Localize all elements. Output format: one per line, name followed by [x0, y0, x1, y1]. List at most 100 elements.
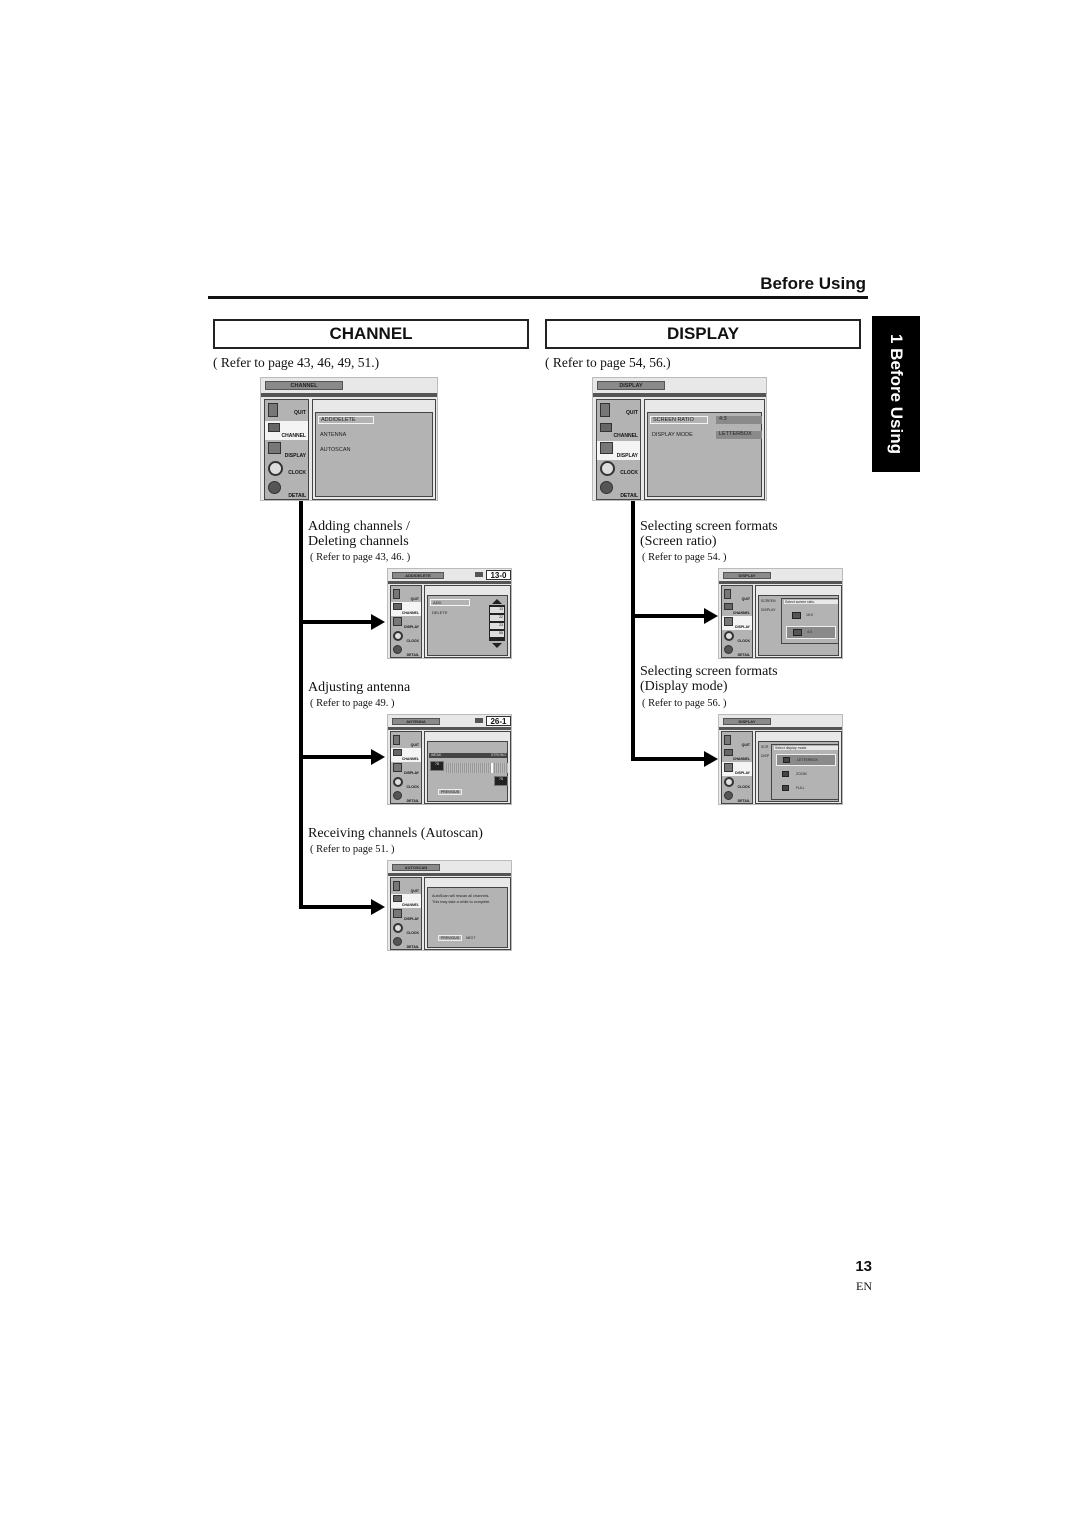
sidebar-quit: QUIT — [391, 880, 421, 894]
next-button: NEXT — [466, 936, 476, 940]
menu-list-area: SCR DISP Select display mode. LETTERBOX … — [758, 741, 839, 802]
menu-main-panel: SCREEN DISPLAY Select screen ratio. 16:9… — [755, 585, 842, 658]
screen-ratio-screenshot: DISPLAY QUIT CHANNEL DISPLAY CLOCK DETAI… — [718, 568, 843, 659]
strong-label: STRONG — [491, 753, 506, 757]
clock-icon — [393, 631, 403, 641]
tv-icon — [600, 442, 613, 454]
tv-icon — [792, 612, 801, 619]
subsection-refer: ( Refer to page 43, 46. ) — [310, 552, 411, 563]
bg-label-display: DISPLAY — [761, 608, 776, 612]
sidebar-quit: QUIT — [722, 734, 752, 748]
channel-icon — [724, 749, 733, 756]
menu-tab: DISPLAY — [723, 718, 771, 725]
screen-ratio-popup: Select screen ratio. 16:9 4:3 — [781, 598, 839, 644]
channel-flow-branch-3 — [299, 905, 371, 909]
channel-flow-branch-1 — [299, 620, 371, 624]
autoscan-screenshot: AUTOSCAN QUIT CHANNEL DISPLAY CLOCK DETA… — [387, 860, 512, 951]
signal-max-marker — [491, 763, 493, 773]
menu-item-add-delete: ADD/DELETE — [318, 416, 374, 424]
menu-tab: ADD/DELETE — [392, 572, 444, 579]
channel-list-item: 22 — [490, 615, 504, 621]
channel-refer-text: ( Refer to page 43, 46, 49, 51.) — [213, 355, 380, 370]
menu-main-panel: AutoScan will rescan all channels. This … — [424, 877, 511, 950]
subsection-title: Selecting screen formats — [640, 519, 778, 534]
sidebar-channel: CHANNEL — [722, 602, 752, 616]
bg-label-display: DISP — [761, 754, 770, 758]
sidebar-channel: CHANNEL — [722, 748, 752, 762]
arrow-right-icon — [704, 608, 718, 624]
menu-tab: CHANNEL — [265, 381, 343, 390]
menu-sidebar: QUIT CHANNEL DISPLAY CLOCK DETAIL — [721, 731, 753, 804]
door-icon — [393, 735, 400, 745]
sidebar-clock: CLOCK — [391, 922, 421, 936]
door-icon — [268, 403, 278, 417]
max-signal-value: 75 — [494, 776, 508, 786]
option-4-3: 4:3 — [807, 630, 812, 634]
menu-item-autoscan: AUTOSCAN — [320, 447, 351, 453]
menu-bar — [388, 581, 511, 584]
subsection-title: Adjusting antenna — [308, 680, 411, 695]
option-4-3-selected[interactable]: 4:3 — [786, 626, 836, 639]
sidebar-clock: CLOCK — [391, 776, 421, 790]
row-value-display-mode: LETTERBOX — [716, 431, 762, 439]
sidebar-detail: DETAIL — [265, 480, 308, 500]
row-label-display-mode: DISPLAY MODE — [652, 432, 693, 438]
menu-sidebar: QUIT CHANNEL DISPLAY CLOCK DETAIL — [596, 399, 641, 500]
subsection-refer: ( Refer to page 54. ) — [642, 552, 727, 563]
subsection-title: Adding channels / — [308, 519, 410, 534]
magnifier-icon — [724, 791, 733, 800]
sidebar-display: DISPLAY — [722, 616, 752, 630]
option-letterbox-selected[interactable]: LETTERBOX — [776, 754, 836, 766]
magnifier-icon — [600, 481, 613, 494]
signal-icon — [475, 572, 483, 577]
channel-menu-screenshot: CHANNEL QUIT CHANNEL DISPLAY CLOCK DETAI… — [260, 377, 438, 501]
channel-icon — [393, 603, 402, 610]
subsection-title: (Screen ratio) — [640, 534, 717, 549]
page-language: EN — [856, 1279, 872, 1293]
sidebar-channel: CHANNEL — [265, 421, 308, 440]
option-full: FULL — [796, 786, 805, 790]
clock-icon — [600, 461, 615, 476]
menu-tab: ANTENNA — [392, 718, 440, 725]
header-rule — [208, 296, 868, 299]
sidebar-quit: QUIT — [391, 588, 421, 602]
menu-main-panel: ADD DELETE 13 22 23 55 — [424, 585, 511, 658]
door-icon — [393, 881, 400, 891]
sidebar-display: DISPLAY — [722, 762, 752, 776]
sidebar-quit: QUIT — [722, 588, 752, 602]
chapter-side-tab: 1 Before Using — [872, 316, 920, 472]
clock-icon — [724, 777, 734, 787]
door-icon — [600, 403, 610, 417]
sidebar-display: DISPLAY — [265, 441, 308, 460]
signal-icon — [475, 718, 483, 723]
menu-main-panel: WEAK STRONG 78 75 PREVIOUS — [424, 731, 511, 804]
menu-sidebar: QUIT CHANNEL DISPLAY CLOCK DETAIL — [721, 585, 753, 658]
display-section-heading: DISPLAY — [545, 319, 861, 349]
door-icon — [724, 735, 731, 745]
menu-bar — [719, 581, 842, 584]
subsection-refer: ( Refer to page 56. ) — [642, 698, 727, 709]
door-icon — [724, 589, 731, 599]
display-flow-line — [631, 501, 635, 761]
sidebar-detail: DETAIL — [722, 644, 752, 658]
subsection-refer: ( Refer to page 51. ) — [310, 844, 395, 855]
menu-tab: DISPLAY — [597, 381, 665, 390]
chapter-side-tab-label: 1 Before Using — [887, 334, 906, 454]
scroll-down-icon — [492, 643, 502, 648]
arrow-right-icon — [371, 749, 385, 765]
sidebar-detail: DETAIL — [722, 790, 752, 804]
antenna-screenshot: ANTENNA 26-1 QUIT CHANNEL DISPLAY CLOCK … — [387, 714, 512, 805]
option-16-9: 16:9 — [806, 613, 813, 617]
menu-sidebar: QUIT CHANNEL DISPLAY CLOCK DETAIL — [390, 877, 422, 950]
tv-icon — [393, 617, 402, 626]
channel-list-item: 55 — [490, 631, 504, 637]
channel-number-display: 26-1 — [486, 716, 511, 726]
arrow-right-icon — [704, 751, 718, 767]
magnifier-icon — [393, 937, 402, 946]
channel-icon — [724, 603, 733, 610]
menu-main-panel: SCR DISP Select display mode. LETTERBOX … — [755, 731, 842, 804]
channel-list-item: 13 — [490, 607, 504, 613]
menu-tab: DISPLAY — [723, 572, 771, 579]
sidebar-detail: DETAIL — [597, 480, 640, 500]
menu-list-area: SCREEN DISPLAY Select screen ratio. 16:9… — [758, 595, 839, 656]
